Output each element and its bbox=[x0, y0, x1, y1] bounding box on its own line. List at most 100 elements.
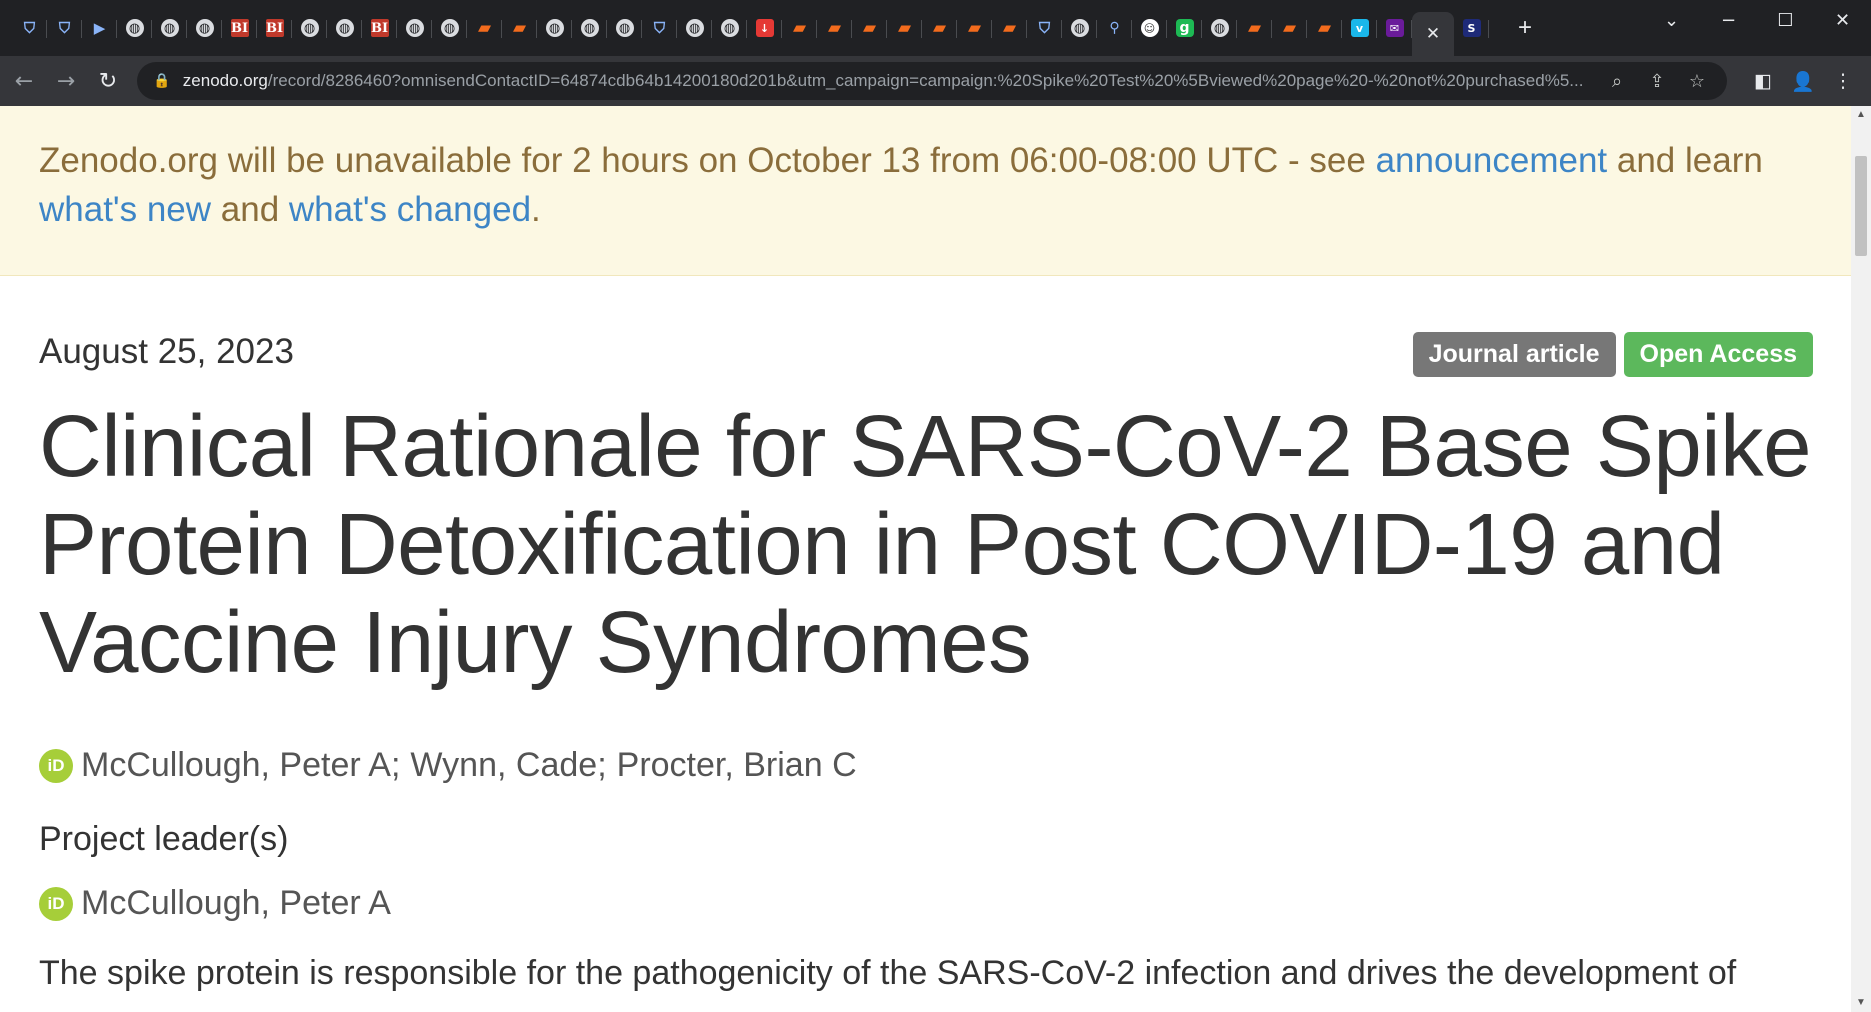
bi-icon: BI bbox=[265, 19, 284, 37]
bookmark-icon: ▰ bbox=[1282, 17, 1297, 38]
access-badge[interactable]: Open Access bbox=[1623, 332, 1813, 377]
browser-tab-active[interactable]: ✕ bbox=[1412, 12, 1454, 56]
browser-tab[interactable]: BI bbox=[222, 8, 257, 48]
maintenance-banner: Zenodo.org will be unavailable for 2 hou… bbox=[0, 106, 1851, 276]
resource-type-badge[interactable]: Journal article bbox=[1412, 332, 1616, 377]
browser-tab[interactable]: ⛉ bbox=[12, 8, 47, 48]
whats-new-link[interactable]: what's new bbox=[39, 190, 211, 229]
scroll-up-icon[interactable]: ▲ bbox=[1851, 106, 1871, 124]
browser-tab[interactable]: ▰ bbox=[502, 8, 537, 48]
share-icon[interactable]: ⇪ bbox=[1637, 65, 1677, 97]
globe-icon: ◍ bbox=[1070, 19, 1089, 37]
orcid-icon[interactable]: iD bbox=[39, 886, 73, 921]
window-controls: ⌄ − ☐ ✕ bbox=[1643, 0, 1871, 40]
globe-icon: ◍ bbox=[440, 19, 459, 37]
browser-tab[interactable]: ✉ bbox=[1377, 8, 1412, 48]
bookmark-icon: ▰ bbox=[1317, 17, 1332, 38]
record-labels: Journal article Open Access bbox=[1412, 332, 1813, 377]
whats-changed-link[interactable]: what's changed bbox=[289, 190, 531, 229]
browser-tab[interactable]: ◍ bbox=[327, 8, 362, 48]
banner-text: and learn bbox=[1607, 141, 1763, 180]
menu-icon[interactable]: ⋮ bbox=[1823, 64, 1863, 98]
browser-tab[interactable]: BI bbox=[257, 8, 292, 48]
tab-search-icon[interactable]: ⌄ bbox=[1643, 0, 1700, 40]
browser-tab[interactable]: S bbox=[1454, 8, 1489, 48]
browser-tab[interactable]: ◍ bbox=[607, 8, 642, 48]
new-tab-button[interactable]: + bbox=[1507, 10, 1543, 46]
site-icon: S bbox=[1462, 19, 1481, 37]
globe-icon: ◍ bbox=[1210, 19, 1229, 37]
search-icon: ⚲ bbox=[1109, 20, 1120, 36]
page-title: Clinical Rationale for SARS-CoV-2 Base S… bbox=[39, 398, 1812, 691]
bookmark-icon: ▰ bbox=[477, 17, 492, 38]
orcid-icon[interactable]: iD bbox=[39, 748, 73, 783]
browser-tab[interactable]: ◍ bbox=[397, 8, 432, 48]
browser-tab[interactable]: ▰ bbox=[992, 8, 1027, 48]
project-leader-link[interactable]: McCullough, Peter A bbox=[81, 884, 391, 923]
maximize-icon[interactable]: ☐ bbox=[1757, 0, 1814, 40]
play-icon: ▶ bbox=[93, 18, 106, 37]
tab-close-icon[interactable]: ✕ bbox=[1424, 25, 1442, 43]
browser-tab[interactable]: ⚲ bbox=[1097, 8, 1132, 48]
bookmark-star-icon[interactable]: ☆ bbox=[1677, 65, 1717, 97]
browser-tab[interactable]: ◍ bbox=[187, 8, 222, 48]
browser-tab[interactable]: ◍ bbox=[677, 8, 712, 48]
profile-icon[interactable]: 👤 bbox=[1783, 64, 1823, 98]
browser-tab[interactable]: ◍ bbox=[292, 8, 327, 48]
bookmark-icon: ▰ bbox=[827, 17, 842, 38]
browser-tab[interactable]: ▰ bbox=[852, 8, 887, 48]
author-link[interactable]: Wynn, Cade bbox=[410, 746, 597, 785]
shield-icon: ⛉ bbox=[58, 18, 71, 37]
browser-tab[interactable]: ◍ bbox=[432, 8, 467, 48]
red-icon: ↓ bbox=[755, 19, 774, 37]
address-bar[interactable]: 🔒 zenodo.org/record/8286460?omnisendCont… bbox=[137, 62, 1727, 100]
page-scrollbar[interactable]: ▲ ▼ bbox=[1851, 106, 1871, 1012]
browser-tab[interactable]: ⛉ bbox=[1027, 8, 1062, 48]
forward-icon[interactable]: → bbox=[48, 63, 84, 99]
browser-tab[interactable]: ◍ bbox=[537, 8, 572, 48]
author-link[interactable]: McCullough, Peter A bbox=[81, 746, 391, 785]
reload-icon[interactable]: ↻ bbox=[90, 63, 126, 99]
browser-tab[interactable]: ↓ bbox=[747, 8, 782, 48]
browser-tab[interactable]: ▰ bbox=[957, 8, 992, 48]
browser-tab[interactable]: ▰ bbox=[887, 8, 922, 48]
omnibox-actions: ⌕ ⇪ ☆ bbox=[1597, 65, 1717, 97]
browser-tab[interactable]: ◍ bbox=[152, 8, 187, 48]
bookmark-icon: ▰ bbox=[897, 17, 912, 38]
browser-tab[interactable]: ◍ bbox=[117, 8, 152, 48]
browser-tab[interactable]: ◍ bbox=[1062, 8, 1097, 48]
url-text[interactable]: zenodo.org/record/8286460?omnisendContac… bbox=[183, 71, 1597, 91]
browser-tab[interactable]: BI bbox=[362, 8, 397, 48]
side-panel-icon[interactable]: ◧ bbox=[1743, 64, 1783, 98]
minimize-icon[interactable]: − bbox=[1700, 0, 1757, 40]
browser-tab[interactable]: ⛉ bbox=[47, 8, 82, 48]
browser-tab[interactable]: ▰ bbox=[1237, 8, 1272, 48]
browser-tab[interactable]: ☺ bbox=[1132, 8, 1167, 48]
browser-tab[interactable]: ▰ bbox=[782, 8, 817, 48]
back-icon[interactable]: ← bbox=[6, 63, 42, 99]
scroll-thumb[interactable] bbox=[1855, 156, 1867, 256]
bi-icon: BI bbox=[370, 19, 389, 37]
browser-tab[interactable]: ▰ bbox=[817, 8, 852, 48]
lock-icon[interactable]: 🔒 bbox=[153, 73, 173, 89]
browser-tab[interactable]: ◍ bbox=[1202, 8, 1237, 48]
browser-tab[interactable]: ▰ bbox=[1272, 8, 1307, 48]
announcement-link[interactable]: announcement bbox=[1376, 141, 1608, 180]
globe-icon: ◍ bbox=[545, 19, 564, 37]
browser-tab[interactable]: ◍ bbox=[572, 8, 607, 48]
abstract-text: The spike protein is responsible for the… bbox=[39, 954, 1737, 992]
bookmark-icon: ▰ bbox=[1247, 17, 1262, 38]
browser-tab[interactable]: g bbox=[1167, 8, 1202, 48]
browser-tab[interactable]: ▰ bbox=[467, 8, 502, 48]
scroll-down-icon[interactable]: ▼ bbox=[1851, 994, 1871, 1012]
browser-tab[interactable]: ⛉ bbox=[642, 8, 677, 48]
browser-tab[interactable]: v bbox=[1342, 8, 1377, 48]
window-close-icon[interactable]: ✕ bbox=[1814, 0, 1871, 40]
browser-tab[interactable]: ▶ bbox=[82, 8, 117, 48]
browser-tab[interactable]: ◍ bbox=[712, 8, 747, 48]
browser-tab[interactable]: ▰ bbox=[1307, 8, 1342, 48]
zoom-icon[interactable]: ⌕ bbox=[1597, 65, 1637, 97]
banner-text: . bbox=[531, 190, 541, 229]
browser-tab[interactable]: ▰ bbox=[922, 8, 957, 48]
author-link[interactable]: Procter, Brian C bbox=[617, 746, 857, 785]
